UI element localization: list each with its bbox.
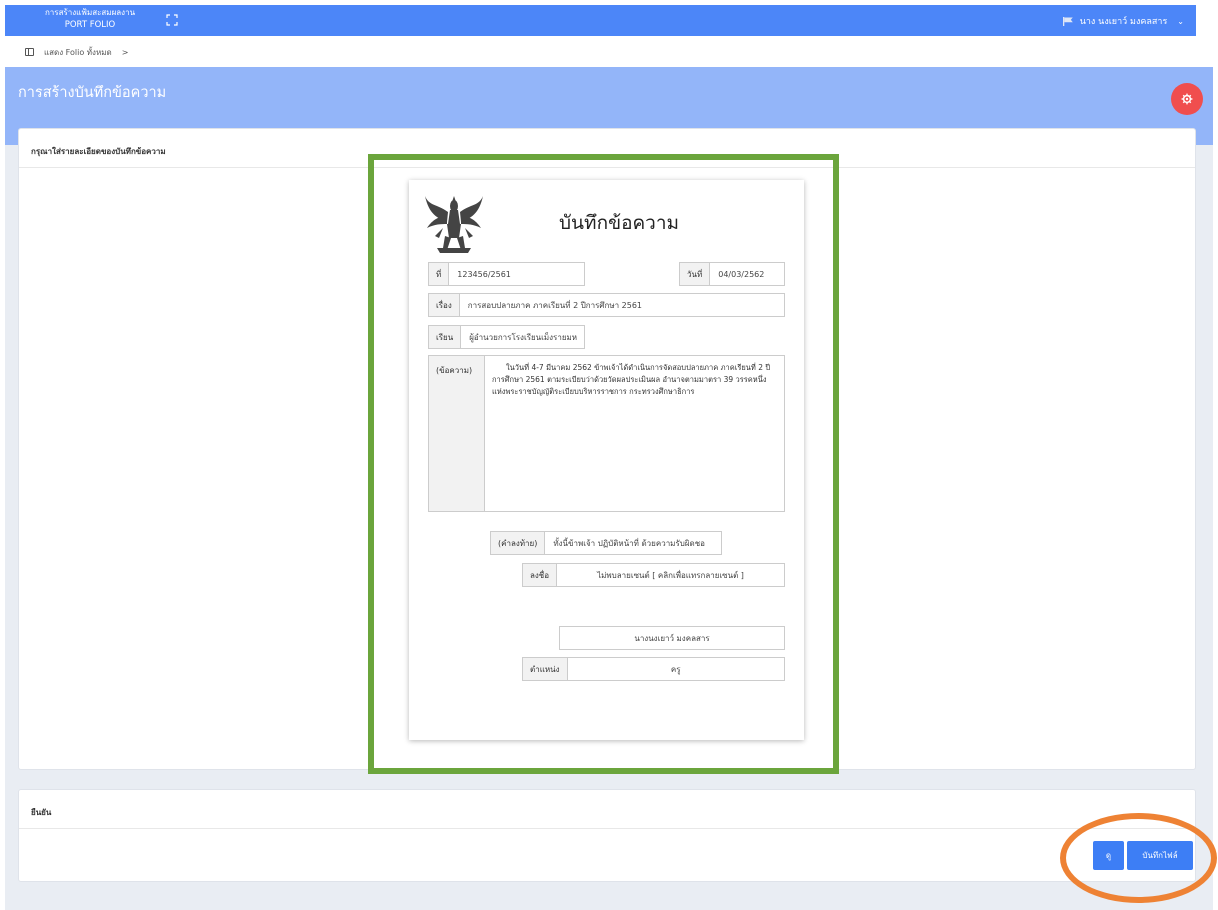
message-label: (ข้อความ) <box>429 356 485 511</box>
number-field[interactable]: ที่ 123456/2561 <box>428 262 585 286</box>
subject-field[interactable]: เรื่อง การสอบปลายภาค ภาคเรียนที่ 2 ปีการ… <box>428 293 785 317</box>
brand-title: การสร้างแฟ้มสะสมผลงาน <box>44 8 136 17</box>
garuda-emblem <box>425 196 483 253</box>
memo-title: บันทึกข้อความ <box>559 212 680 234</box>
brand-subtitle: PORT FOLIO <box>64 20 116 30</box>
position-value: ครู <box>670 664 681 674</box>
signature-value[interactable]: ไม่พบลายเซนต์ [ คลิกเพื่อแทรกลายเซนต์ ] <box>557 564 784 586</box>
user-name: นาง นงเยาว์ มงคลสาร <box>1079 17 1168 27</box>
breadcrumb-separator: > <box>121 47 129 57</box>
recipient-field[interactable]: เรียน ผู้อำนวยการโรงเรียนเม็งรายมห <box>428 325 585 349</box>
date-label: วันที่ <box>680 263 711 285</box>
user-menu[interactable]: นาง นงเยาว์ มงคลสาร ⌄ <box>1062 14 1184 28</box>
closing-field[interactable]: (คำลงท้าย) ทั้งนี้ข้าพเจ้า ปฏิบัติหน้าที… <box>490 531 722 555</box>
brand[interactable]: การสร้างแฟ้มสะสมผลงาน PORT FOLIO <box>5 7 175 31</box>
message-value: ในวันที่ 4-7 มีนาคม 2562 ข้าพเจ้าได้ดำเน… <box>492 363 771 396</box>
date-value: 04/03/2562 <box>718 269 765 279</box>
breadcrumb: แสดง Folio ทั้งหมด > <box>5 37 1196 67</box>
recipient-value: ผู้อำนวยการโรงเรียนเม็งรายมห <box>469 332 578 342</box>
card-header: ยืนยัน <box>19 790 1195 829</box>
signature-field[interactable]: ลงชื่อ ไม่พบลายเซนต์ [ คลิกเพื่อแทรกลายเ… <box>522 563 785 587</box>
highlight-ring <box>1060 813 1217 903</box>
recipient-label: เรียน <box>429 326 462 348</box>
gear-icon <box>1181 93 1193 105</box>
number-label: ที่ <box>429 263 450 285</box>
flag-icon <box>1062 16 1073 26</box>
subject-label: เรื่อง <box>429 294 460 316</box>
signature-label: ลงชื่อ <box>523 564 558 586</box>
date-field[interactable]: วันที่ 04/03/2562 <box>679 262 785 286</box>
message-field[interactable]: (ข้อความ) ในวันที่ 4-7 มีนาคม 2562 ข้าพเ… <box>428 355 785 512</box>
confirm-card: ยืนยัน <box>18 789 1196 882</box>
expand-icon[interactable] <box>166 14 178 26</box>
position-field[interactable]: ตำแหน่ง ครู <box>522 657 785 681</box>
subject-value: การสอบปลายภาค ภาคเรียนที่ 2 ปีการศึกษา 2… <box>467 300 643 310</box>
breadcrumb-link[interactable]: แสดง Folio ทั้งหมด <box>44 46 112 59</box>
signer-name-field[interactable]: นางนงเยาว์ มงคลสาร <box>559 626 785 650</box>
settings-button[interactable] <box>1171 83 1203 115</box>
memo-document: บันทึกข้อความ ที่ 123456/2561 วันที่ 04/… <box>409 180 804 740</box>
top-navbar: การสร้างแฟ้มสะสมผลงาน PORT FOLIO นาง นงเ… <box>5 5 1196 36</box>
closing-label: (คำลงท้าย) <box>491 532 546 554</box>
sidebar-toggle-icon[interactable] <box>25 48 34 56</box>
chevron-down-icon: ⌄ <box>1177 16 1184 26</box>
signer-name: นางนงเยาว์ มงคลสาร <box>634 633 710 643</box>
closing-value: ทั้งนี้ข้าพเจ้า ปฏิบัติหน้าที่ ด้วยความร… <box>553 538 705 548</box>
position-label: ตำแหน่ง <box>523 658 568 680</box>
page-title: การสร้างบันทึกข้อความ <box>18 85 167 101</box>
number-value: 123456/2561 <box>457 269 511 279</box>
